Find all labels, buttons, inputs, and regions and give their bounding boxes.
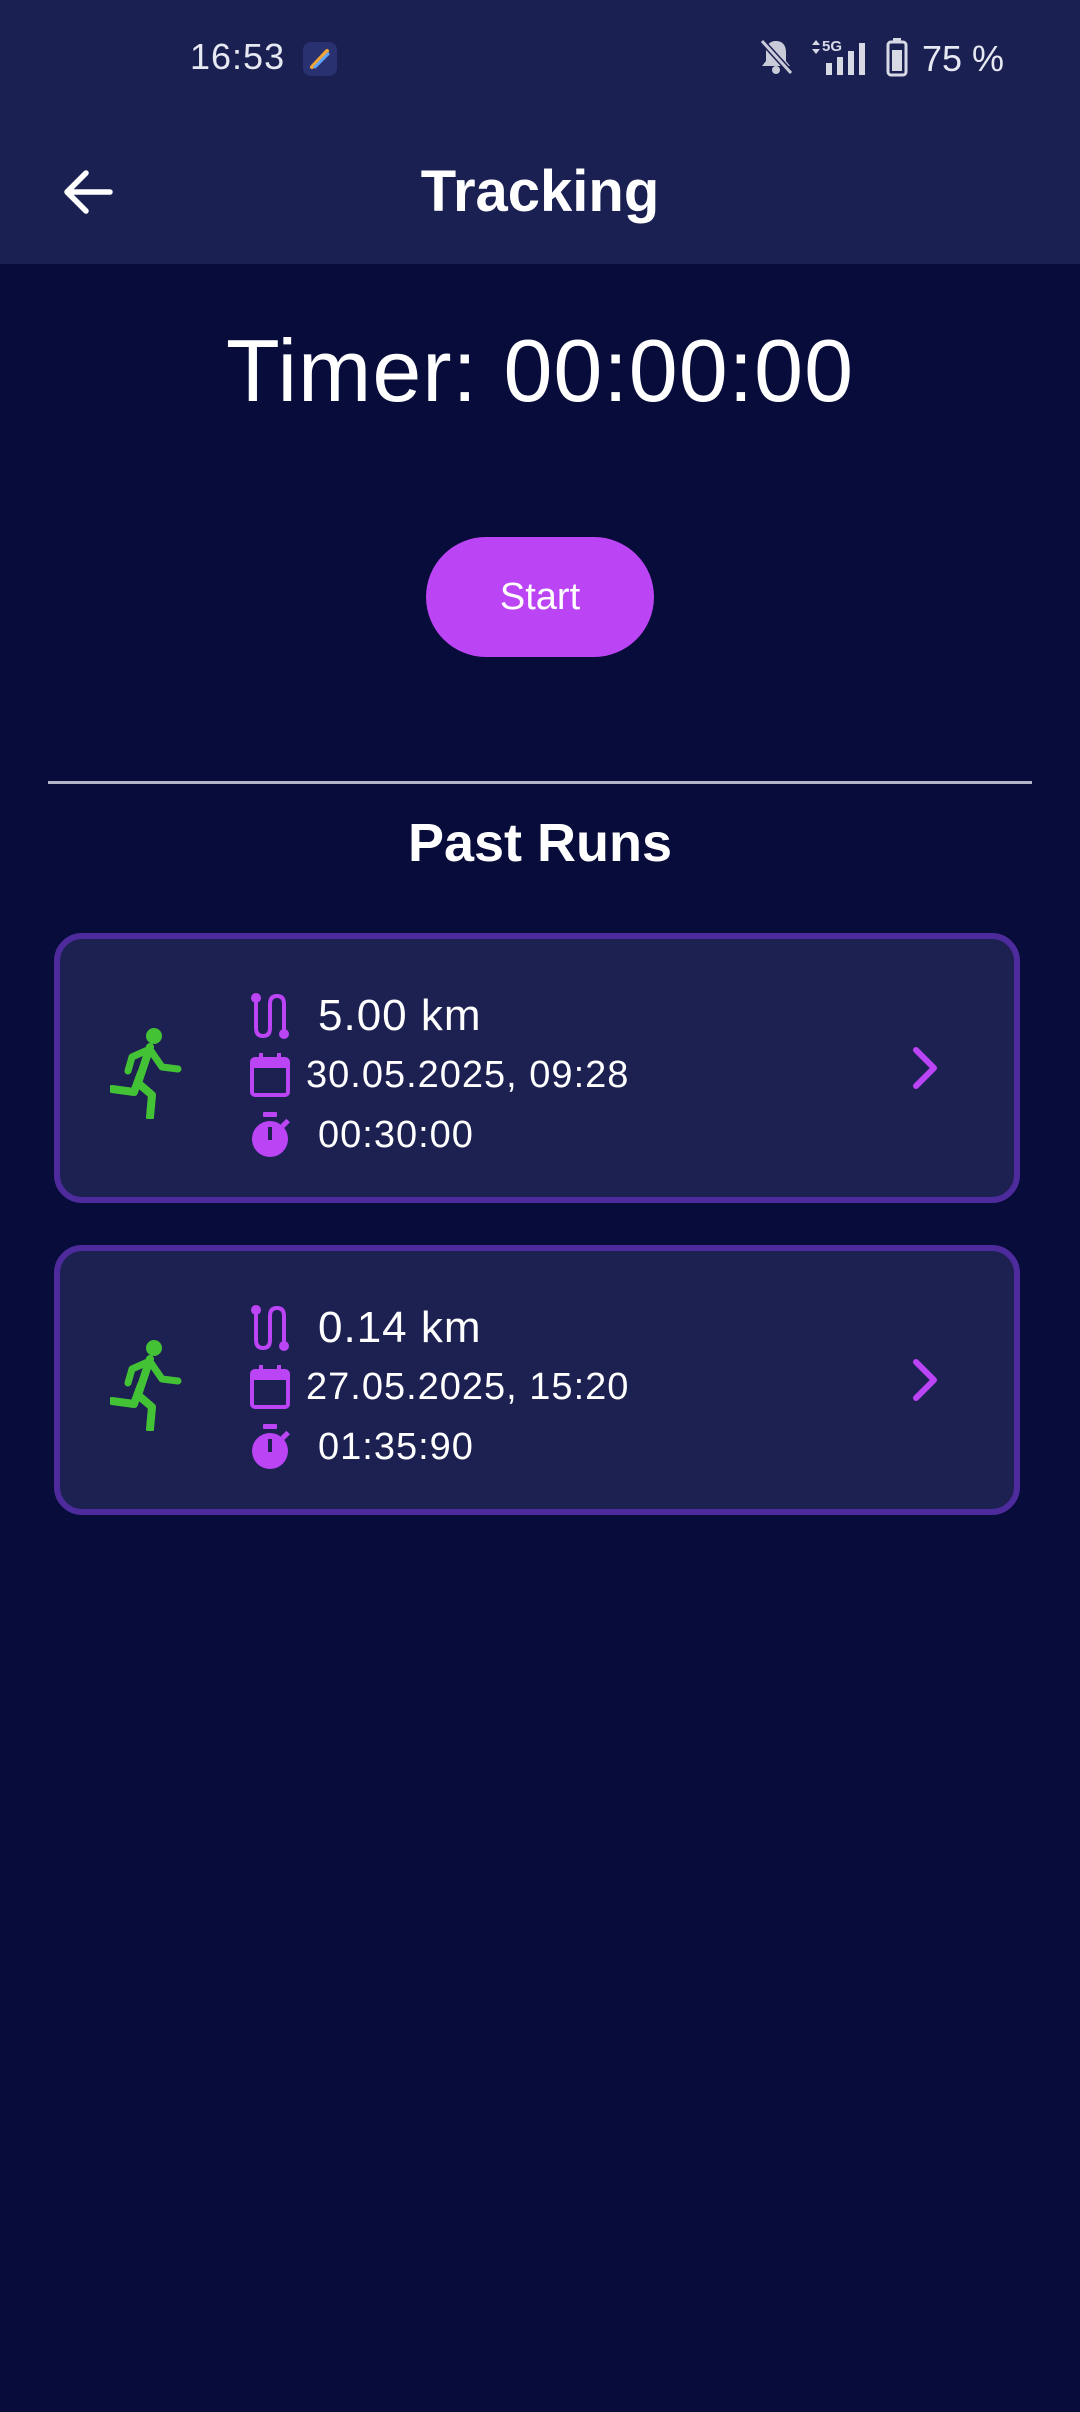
status-time: 16:53 [190,36,286,77]
run-card[interactable]: 5.00 km 30.05.2025, 09:28 00:30:00 [54,933,1020,1203]
chevron-right-icon[interactable] [898,1041,952,1095]
network-type: 5G [822,38,842,55]
battery-percentage: 75 % [921,38,1004,79]
calendar-icon [246,1363,294,1411]
run-date-row: 30.05.2025, 09:28 [246,1051,629,1099]
stopwatch-icon [246,1423,294,1471]
run-distance: 0.14 km [318,1303,482,1352]
back-arrow-icon [64,170,113,214]
run-date: 27.05.2025, 15:20 [306,1365,630,1408]
run-distance-row: 5.00 km [246,991,482,1041]
run-duration: 01:35:90 [318,1425,474,1468]
stopwatch-icon [246,1111,294,1159]
notifications-off-icon [758,37,794,82]
app-bar: Tracking [0,120,1080,264]
route-icon [246,992,294,1040]
running-icon [108,1337,194,1433]
back-button[interactable] [48,152,128,232]
divider [48,781,1032,784]
battery-icon [886,37,908,82]
timer-display: Timer: 00:00:00 [225,321,855,420]
run-duration: 00:30:00 [318,1113,474,1156]
run-distance-row: 0.14 km [246,1303,482,1353]
status-bar: 16:53 5G 75 % [0,0,1080,120]
run-date-row: 27.05.2025, 15:20 [246,1363,629,1411]
run-duration-row: 01:35:90 [246,1423,474,1471]
app-notification-icon [303,42,337,76]
signal-icon: 5G [808,37,872,82]
calendar-icon [246,1051,294,1099]
run-card[interactable]: 0.14 km 27.05.2025, 15:20 01:35:90 [54,1245,1020,1515]
running-icon [108,1025,194,1121]
run-distance: 5.00 km [318,991,482,1040]
route-icon [246,1304,294,1352]
run-duration-row: 00:30:00 [246,1111,474,1159]
chevron-right-icon[interactable] [898,1353,952,1407]
start-button[interactable]: Start [426,537,654,657]
page-title: Tracking [420,159,660,224]
status-indicators: 5G 75 % [758,34,1004,84]
past-runs-title: Past Runs [407,813,673,873]
run-date: 30.05.2025, 09:28 [306,1053,630,1096]
